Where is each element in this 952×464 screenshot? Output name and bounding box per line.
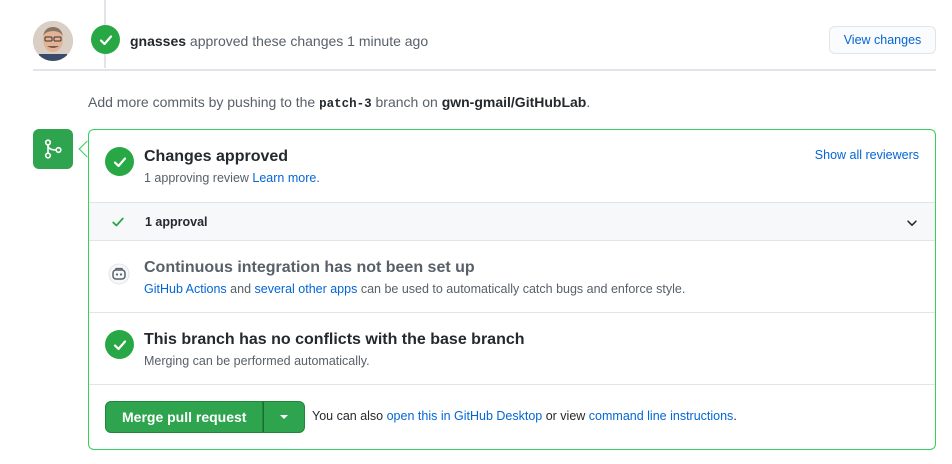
learn-more-link[interactable]: Learn more. xyxy=(252,171,319,185)
timeline-divider xyxy=(33,69,936,71)
approved-status-icon xyxy=(105,147,134,176)
check-icon xyxy=(112,217,124,227)
ci-and: and xyxy=(226,282,255,296)
approved-badge xyxy=(91,25,120,54)
view-changes-button[interactable]: View changes xyxy=(829,26,936,54)
check-icon xyxy=(113,339,126,350)
push-hint-suffix: . xyxy=(586,94,591,110)
github-actions-link[interactable]: GitHub Actions xyxy=(144,282,227,296)
conflicts-section: This branch has no conflicts with the ba… xyxy=(89,313,935,385)
other-apps-link[interactable]: several other apps xyxy=(255,282,358,296)
merge-status-icon xyxy=(33,129,73,169)
approval-status-section: Changes approved 1 approving review Lear… xyxy=(89,130,935,202)
check-icon xyxy=(99,34,112,45)
chevron-down-icon[interactable] xyxy=(905,216,919,230)
merge-action-section: Merge pull request You can also open thi… xyxy=(89,385,935,449)
check-icon xyxy=(113,156,126,167)
merge-pull-request-button[interactable]: Merge pull request xyxy=(105,401,264,433)
push-hint: Add more commits by pushing to the patch… xyxy=(88,94,590,111)
approvals-toggle[interactable]: 1 approval xyxy=(89,202,935,241)
merge-alternatives-text: You can also open this in GitHub Desktop… xyxy=(312,409,737,423)
push-hint-middle: branch on xyxy=(371,94,442,110)
ci-title: Continuous integration has not been set … xyxy=(144,259,475,276)
review-summary: gnasses approved these changes 1 minute … xyxy=(130,33,428,49)
git-merge-icon xyxy=(44,139,62,159)
review-action: approved these changes xyxy=(186,33,348,49)
ci-rest: can be used to automatically catch bugs … xyxy=(357,282,686,296)
avatar[interactable] xyxy=(33,21,73,61)
repo-name: gwn-gmail/GitHubLab xyxy=(441,94,587,110)
ci-description: GitHub Actions and several other apps ca… xyxy=(144,282,685,296)
no-conflicts-status-icon xyxy=(105,330,134,359)
robot-icon xyxy=(106,261,132,287)
changes-approved-title: Changes approved xyxy=(144,148,289,165)
review-author[interactable]: gnasses xyxy=(130,33,186,49)
approving-review-count: 1 approving review xyxy=(144,171,253,185)
approval-count-label: 1 approval xyxy=(145,215,208,229)
ci-status-section: Continuous integration has not been set … xyxy=(89,241,935,313)
merge-alt-suffix: . xyxy=(733,409,737,423)
open-desktop-link[interactable]: open this in GitHub Desktop xyxy=(387,409,543,423)
merge-auto-text: Merging can be performed automatically. xyxy=(144,354,370,368)
show-all-reviewers-link[interactable]: Show all reviewers xyxy=(815,148,919,162)
push-hint-prefix: Add more commits by pushing to the xyxy=(88,94,320,110)
no-conflicts-title: This branch has no conflicts with the ba… xyxy=(144,331,525,348)
approving-review-text: 1 approving review Learn more. xyxy=(144,171,320,185)
command-line-instructions-link[interactable]: command line instructions xyxy=(589,409,734,423)
merge-box: Changes approved 1 approving review Lear… xyxy=(88,129,936,450)
branch-name: patch-3 xyxy=(319,97,372,111)
merge-button-group: Merge pull request xyxy=(105,401,306,433)
triangle-down-icon xyxy=(280,415,289,419)
review-time[interactable]: 1 minute ago xyxy=(347,33,428,49)
merge-alt-prefix: You can also xyxy=(312,409,387,423)
merge-method-dropdown[interactable] xyxy=(263,401,306,433)
merge-alt-middle: or view xyxy=(542,409,589,423)
